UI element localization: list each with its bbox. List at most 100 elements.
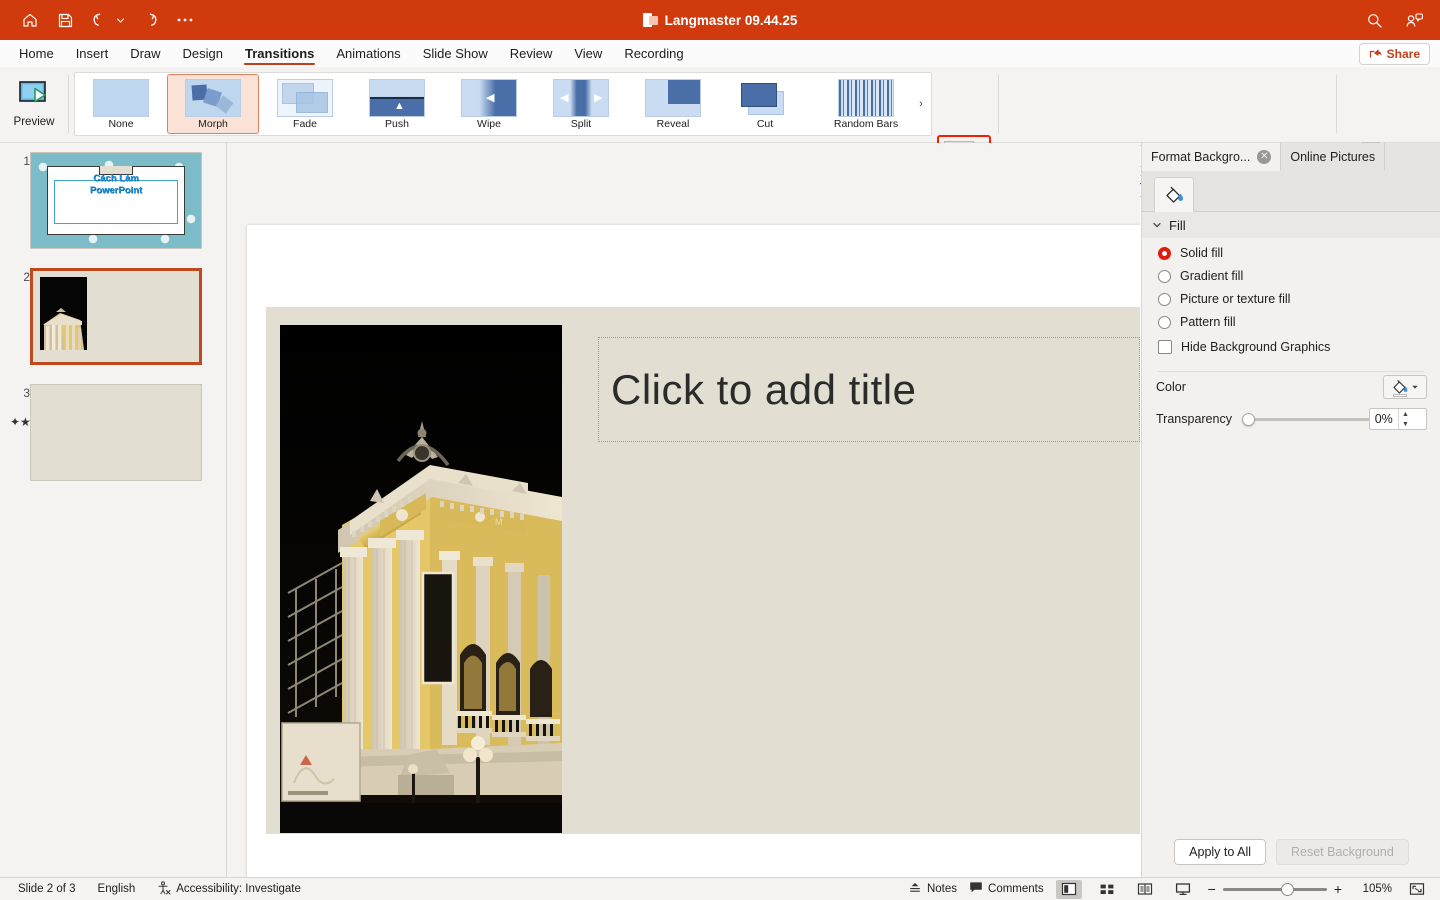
hide-background-graphics-row[interactable]: Hide Background Graphics [1142, 337, 1440, 357]
slide-indicator[interactable]: Slide 2 of 3 [18, 883, 76, 895]
transition-split[interactable]: ◀ ▶ Split [535, 74, 627, 134]
color-dropdown-chevron-icon[interactable] [1411, 378, 1419, 396]
collaborators-icon[interactable] [1404, 10, 1424, 30]
title-placeholder[interactable]: Click to add title [598, 337, 1140, 442]
picture-fill-radio[interactable] [1158, 292, 1171, 306]
tab-insert[interactable]: Insert [65, 40, 120, 67]
slide-background[interactable]: M Click to add title [266, 307, 1140, 834]
solid-fill-radio[interactable] [1158, 246, 1171, 260]
panel-tab-online-pictures[interactable]: Online Pictures [1281, 143, 1386, 171]
zoom-in-button[interactable]: + [1334, 881, 1342, 897]
fill-option-solid[interactable]: Solid fill [1142, 243, 1440, 263]
reading-view-button[interactable] [1132, 880, 1158, 899]
svg-text:M: M [495, 517, 503, 527]
zoom-out-button[interactable]: − [1208, 881, 1216, 897]
home-icon[interactable] [20, 10, 40, 30]
slide-thumb-image-1[interactable]: Cách Làm PowerPoint [30, 152, 202, 249]
accessibility-status[interactable]: Accessibility: Investigate [157, 880, 301, 898]
fill-section-header[interactable]: Fill [1142, 212, 1440, 238]
transition-none-label: None [108, 117, 134, 130]
undo-icon[interactable] [90, 10, 110, 30]
transition-random-bars[interactable]: Random Bars [811, 74, 921, 134]
slide-thumb-image-2[interactable] [30, 268, 202, 365]
transparency-spin-arrows[interactable]: ▲ ▼ [1397, 409, 1427, 429]
fill-option-pattern[interactable]: Pattern fill [1142, 312, 1440, 332]
fit-slide-button[interactable] [1404, 880, 1430, 899]
panel-action-buttons: Apply to All Reset Background [1142, 839, 1440, 865]
zoom-level[interactable]: 105% [1354, 883, 1392, 895]
slide-picture-opera-house[interactable]: M [280, 325, 562, 833]
slide-canvas-area[interactable]: M Click to add title [227, 143, 1140, 877]
transparency-decrease[interactable]: ▼ [1399, 419, 1413, 429]
transition-fade[interactable]: Fade [259, 74, 351, 134]
fill-option-gradient[interactable]: Gradient fill [1142, 266, 1440, 286]
transparency-increase[interactable]: ▲ [1399, 409, 1413, 419]
hide-background-graphics-checkbox[interactable] [1158, 340, 1172, 354]
transition-push[interactable]: ▲ Push [351, 74, 443, 134]
fill-options-group: Solid fill Gradient fill Picture or text… [1142, 243, 1440, 357]
tab-recording[interactable]: Recording [613, 40, 694, 67]
transition-morph[interactable]: Morph [167, 74, 259, 134]
tab-home[interactable]: Home [8, 40, 65, 67]
zoom-slider[interactable]: − + [1208, 881, 1342, 897]
close-icon[interactable]: ✕ [1257, 150, 1272, 164]
transition-reveal[interactable]: Reveal [627, 74, 719, 134]
tab-review[interactable]: Review [499, 40, 564, 67]
paint-bucket-icon[interactable] [1154, 177, 1194, 212]
zoom-track[interactable] [1222, 882, 1327, 896]
tab-view[interactable]: View [563, 40, 613, 67]
transparency-label: Transparency [1156, 412, 1232, 426]
ribbon-divider-2 [998, 75, 999, 133]
share-button[interactable]: Share [1358, 43, 1430, 65]
format-background-panel[interactable]: Format Backgro... ✕ Online Pictures Fill [1141, 143, 1440, 877]
color-picker-button[interactable] [1383, 375, 1427, 399]
panel-tab-format-background[interactable]: Format Backgro... ✕ [1142, 143, 1282, 171]
accessibility-icon [157, 880, 171, 898]
search-icon[interactable] [1364, 10, 1384, 30]
more-options-icon[interactable] [175, 10, 195, 30]
transition-wipe-label: Wipe [477, 117, 501, 130]
transition-cut[interactable]: Cut [719, 74, 811, 134]
transparency-slider-knob[interactable] [1242, 412, 1255, 426]
transition-random-bars-label: Random Bars [833, 117, 899, 130]
gradient-fill-radio[interactable] [1158, 269, 1171, 283]
slide-frame[interactable]: M Click to add title [247, 225, 1140, 877]
normal-view-button[interactable] [1055, 879, 1082, 899]
transition-wipe[interactable]: ◀ Wipe [443, 74, 535, 134]
tab-design[interactable]: Design [172, 40, 234, 67]
undo-dropdown-icon[interactable] [116, 10, 125, 30]
ribbon-tab-bar: Home Insert Draw Design Transitions Anim… [0, 40, 1440, 67]
notes-button[interactable]: Notes [908, 881, 957, 898]
slide-sorter-view-button[interactable] [1094, 880, 1120, 899]
language-indicator[interactable]: English [98, 883, 136, 895]
apply-to-all-panel-button[interactable]: Apply to All [1174, 839, 1266, 865]
comments-button[interactable]: Comments [969, 881, 1044, 897]
pattern-fill-radio[interactable] [1158, 315, 1171, 329]
transition-gallery[interactable]: None Morph Fade ▲ Push ◀ Wipe ◀ ▶ Split … [74, 72, 932, 136]
pattern-fill-label: Pattern fill [1180, 315, 1236, 329]
redo-icon[interactable] [140, 10, 160, 30]
slide-number-1: 1 [23, 154, 30, 168]
tab-animations[interactable]: Animations [325, 40, 411, 67]
color-bucket-icon [1391, 378, 1409, 397]
gallery-more-arrow-icon[interactable]: › [913, 73, 929, 135]
tab-transitions[interactable]: Transitions [234, 40, 325, 67]
fill-option-picture[interactable]: Picture or texture fill [1142, 289, 1440, 309]
share-label: Share [1386, 47, 1420, 61]
slideshow-view-button[interactable] [1170, 880, 1196, 899]
transparency-value-box[interactable]: 0% ▲ ▼ [1369, 408, 1427, 430]
tab-slide-show[interactable]: Slide Show [412, 40, 499, 67]
slide-thumbnail-2[interactable]: 2 ✦★ [4, 268, 202, 429]
ribbon-divider-1 [68, 75, 69, 133]
preview-button[interactable]: Preview [6, 70, 62, 138]
document-title-area: Langmaster 09.44.25 [0, 12, 1440, 28]
save-icon[interactable] [55, 10, 75, 30]
transition-none[interactable]: None [75, 74, 167, 134]
slide-thumbnail-panel[interactable]: 1 Cách Làm PowerPoint 2 ✦★ 3 [0, 143, 227, 877]
slide-thumbnail-3[interactable]: 3 [4, 384, 202, 481]
slide-number-3: 3 [23, 386, 30, 400]
zoom-knob[interactable] [1280, 882, 1294, 896]
tab-draw[interactable]: Draw [119, 40, 171, 67]
slide-thumbnail-1[interactable]: 1 Cách Làm PowerPoint [4, 152, 202, 249]
slide-thumb-image-3[interactable] [30, 384, 202, 481]
